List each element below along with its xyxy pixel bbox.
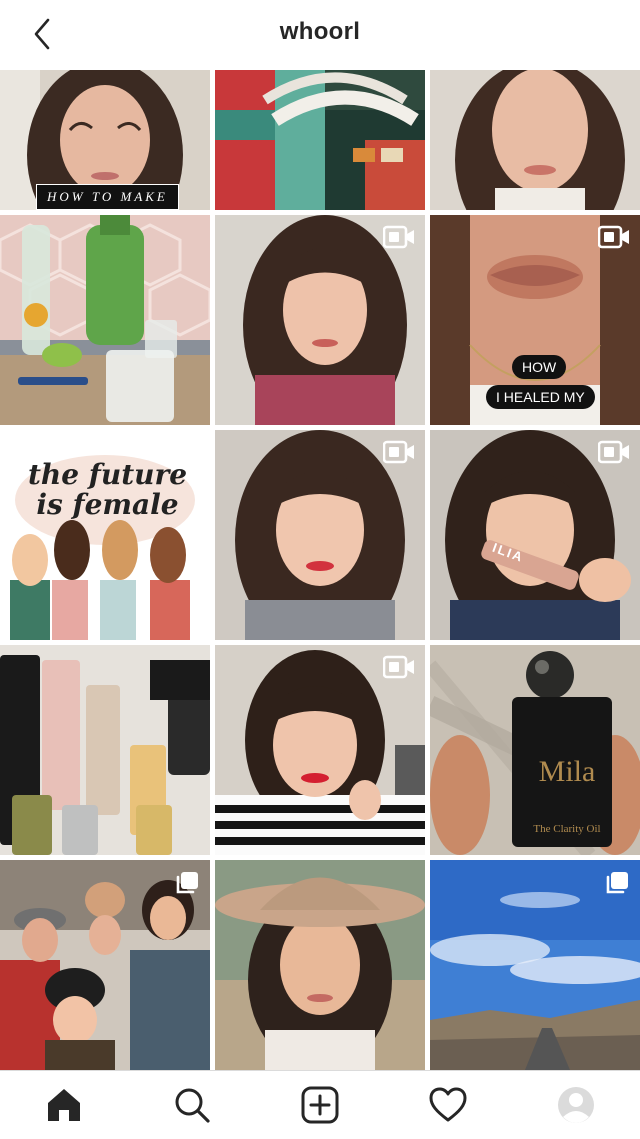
profile-header: whoorl [0, 0, 640, 68]
post-tile[interactable] [0, 215, 210, 425]
nav-home[interactable] [42, 1083, 86, 1127]
post-tile[interactable] [430, 860, 640, 1070]
post-artwork-text: the future is female [27, 458, 188, 521]
nav-search[interactable] [170, 1083, 214, 1127]
nav-activity[interactable] [426, 1083, 470, 1127]
post-tile[interactable] [0, 645, 210, 855]
product-name: The Clarity Oil [533, 823, 601, 835]
nav-create[interactable] [298, 1083, 342, 1127]
post-tile[interactable] [215, 860, 425, 1070]
video-text-overlay: HOW [512, 355, 567, 379]
video-icon [598, 225, 629, 249]
post-tile[interactable]: Mila The Clarity Oil [430, 645, 640, 855]
video-icon [383, 655, 414, 679]
bottom-nav [0, 1070, 640, 1139]
post-tile[interactable] [0, 860, 210, 1070]
post-image [430, 70, 640, 210]
page-title: whoorl [279, 18, 361, 45]
nav-profile[interactable] [554, 1083, 598, 1127]
carousel-icon [606, 872, 628, 894]
post-image [215, 860, 425, 1070]
search-icon [175, 1088, 210, 1123]
post-tile[interactable] [215, 215, 425, 425]
carousel-icon [176, 872, 198, 894]
post-image [0, 645, 210, 855]
home-icon [48, 1089, 80, 1121]
video-icon [383, 440, 414, 464]
video-text-overlay: I HEALED MY [486, 385, 595, 409]
video-icon [598, 440, 629, 464]
post-caption: HOW TO MAKE [36, 184, 179, 210]
post-tile[interactable]: the future is female [0, 430, 210, 640]
heart-icon [429, 1087, 467, 1122]
post-tile[interactable] [215, 645, 425, 855]
profile-avatar [558, 1087, 594, 1123]
post-image [0, 215, 210, 425]
post-image [215, 70, 425, 210]
product-brand: Mila [538, 755, 596, 788]
post-tile[interactable]: ILIA [430, 430, 640, 640]
video-icon [383, 225, 414, 249]
post-tile[interactable]: HOW I HEALED MY [430, 215, 640, 425]
add-icon [301, 1086, 339, 1124]
post-tile[interactable] [215, 430, 425, 640]
